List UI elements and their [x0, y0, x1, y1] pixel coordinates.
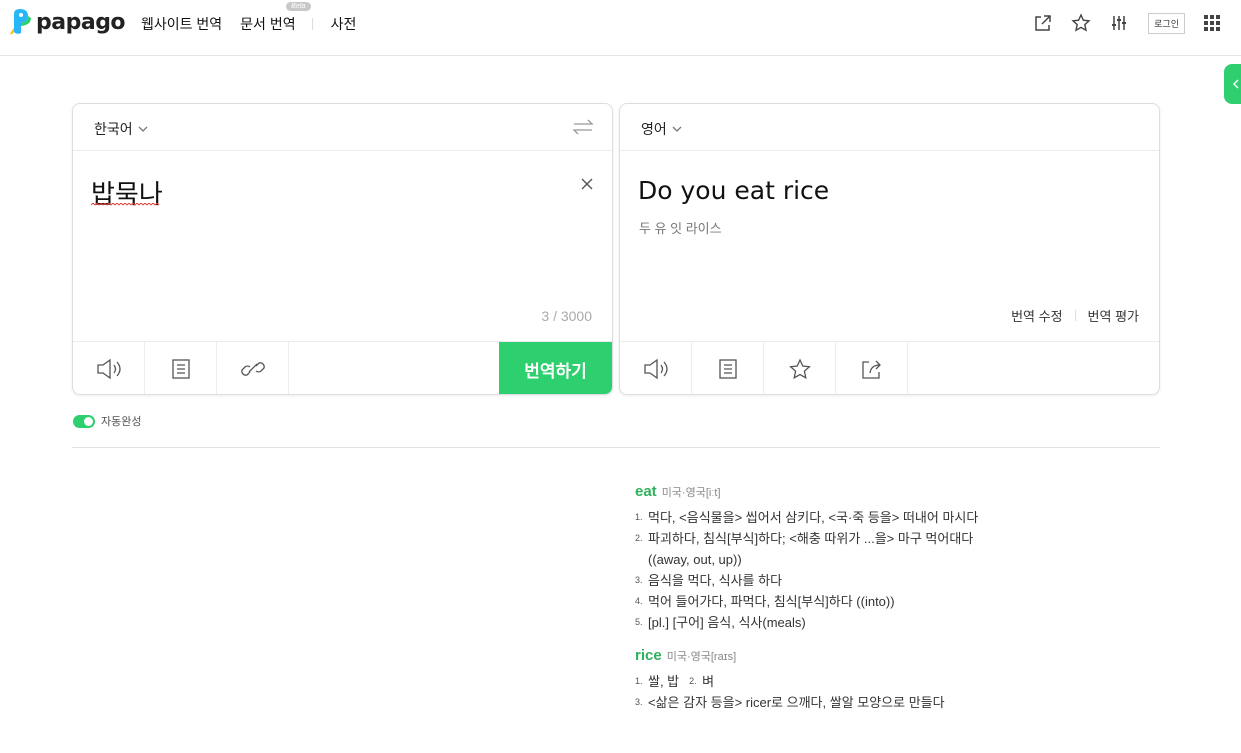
dict-definition: 1. 먹다, <음식물을> 씹어서 삼키다, <국·죽 등을> 떠내어 마시다	[635, 507, 1155, 528]
nav-document-translate[interactable]: 문서 번역 Beta	[240, 2, 311, 34]
dict-phonetic: 미국·영국[iːt]	[661, 487, 721, 499]
dict-word[interactable]: rice	[635, 647, 662, 664]
toggle-switch[interactable]	[73, 414, 95, 428]
notepad-icon	[171, 359, 190, 379]
pronunciation-text: 두 유 잇 라이스	[639, 221, 722, 236]
translate-button[interactable]: 번역하기	[499, 342, 612, 394]
translation-feedback: 번역 수정 번역 평가	[1011, 306, 1139, 325]
nav-website-translate[interactable]: 웹사이트 번역	[141, 14, 222, 34]
settings-sliders-icon[interactable]	[1108, 12, 1130, 34]
star-icon[interactable]	[1070, 12, 1092, 34]
def-text: [pl.] [구어] 음식, 식사(meals)	[648, 615, 806, 630]
dict-entry-rice: rice 미국·영국[raɪs] 1. 쌀, 밥 2. 벼 3. <삶은 감자 등을>…	[635, 647, 1155, 713]
source-handwriting-button[interactable]	[145, 342, 217, 394]
def-number: 3.	[635, 575, 643, 585]
def-number: 3.	[635, 697, 643, 707]
def-number: 2.	[635, 533, 643, 543]
def-number: 4.	[635, 596, 643, 606]
target-share-button[interactable]	[836, 342, 908, 394]
side-panel-tab[interactable]	[1224, 64, 1241, 104]
chevron-down-icon	[138, 126, 148, 132]
dict-definition: 1. 쌀, 밥 2. 벼	[635, 671, 1155, 692]
def-text: 먹다, <음식물을> 씹어서 삼키다, <국·죽 등을> 떠내어 마시다	[648, 510, 979, 525]
inline-definition: 1. 쌀, 밥	[635, 671, 679, 692]
star-icon	[788, 358, 811, 380]
character-count: 3 / 3000	[541, 308, 592, 324]
translated-text: Do you eat rice	[638, 176, 830, 205]
dict-definition: 4. 먹어 들어가다, 파먹다, 침식[부식]하다 ((into))	[635, 591, 1155, 612]
target-language-label: 영어	[641, 121, 667, 137]
dict-definition: 3. <삶은 감자 등을> ricer로 으깨다, 쌀알 모양으로 만들다	[635, 692, 1155, 713]
spellcheck-underline	[91, 203, 160, 206]
share-icon	[861, 360, 881, 379]
dict-phonetic: 미국·영국[raɪs]	[666, 651, 737, 663]
target-favorite-button[interactable]	[764, 342, 836, 394]
def-text: 쌀, 밥	[648, 674, 680, 689]
feedback-divider	[1074, 310, 1076, 321]
nav-divider	[311, 18, 313, 30]
def-number: 1.	[635, 676, 643, 686]
def-text: 먹어 들어가다, 파먹다, 침식[부식]하다 ((into))	[648, 594, 895, 609]
source-speaker-button[interactable]	[73, 342, 145, 394]
parrot-logo-icon	[10, 9, 31, 35]
edit-translation-link[interactable]: 번역 수정	[1011, 306, 1062, 325]
dict-word-line: eat 미국·영국[iːt]	[635, 483, 1155, 500]
main-nav: 웹사이트 번역 문서 번역 Beta 사전	[141, 2, 374, 34]
logo-text: papago	[36, 9, 126, 35]
def-text: 파괴하다, 침식[부식]하다; <해충 따위가 ...을> 마구 먹어대다 ((…	[648, 531, 974, 567]
source-panel: 한국어 밥묵나 3 / 3000 번역하기	[72, 103, 613, 395]
dict-word[interactable]: eat	[635, 483, 657, 500]
def-text: <삶은 감자 등을> ricer로 으깨다, 쌀알 모양으로 만들다	[648, 695, 945, 710]
dict-definition: 5. [pl.] [구어] 음식, 식사(meals)	[635, 612, 1155, 633]
beta-badge: Beta	[286, 2, 311, 11]
target-speaker-button[interactable]	[620, 342, 692, 394]
clear-text-icon[interactable]	[580, 177, 594, 196]
login-button[interactable]: 로그인	[1148, 12, 1185, 34]
nav-document-label: 문서 번역	[240, 16, 296, 32]
target-copy-button[interactable]	[692, 342, 764, 394]
target-toolbar	[620, 341, 1159, 394]
external-link-icon[interactable]	[1032, 12, 1054, 34]
apps-grid-icon[interactable]	[1201, 12, 1223, 34]
link-icon	[240, 362, 265, 376]
section-divider	[72, 447, 1160, 448]
target-panel-header: 영어	[620, 104, 1159, 151]
target-language-select[interactable]: 영어	[641, 119, 682, 139]
source-language-select[interactable]: 한국어	[94, 119, 148, 139]
source-link-button[interactable]	[217, 342, 289, 394]
source-panel-header: 한국어	[73, 104, 612, 151]
dictionary-results: eat 미국·영국[iːt] 1. 먹다, <음식물을> 씹어서 삼키다, <국·…	[635, 483, 1155, 727]
autocomplete-toggle[interactable]: 자동완성	[73, 413, 141, 429]
autocomplete-label: 자동완성	[101, 416, 142, 428]
nav-dictionary[interactable]: 사전	[331, 14, 357, 34]
papago-logo[interactable]: papago	[10, 8, 126, 36]
speaker-icon	[96, 358, 121, 380]
def-number: 5.	[635, 617, 643, 627]
dict-entry-eat: eat 미국·영국[iːt] 1. 먹다, <음식물을> 씹어서 삼키다, <국·…	[635, 483, 1155, 633]
chevron-down-icon	[672, 126, 682, 132]
swap-languages-icon[interactable]	[572, 117, 594, 142]
def-number: 1.	[635, 512, 643, 522]
dict-word-line: rice 미국·영국[raɪs]	[635, 647, 1155, 664]
target-panel: 영어 Do you eat rice 두 유 잇 라이스 번역 수정 번역 평가	[619, 103, 1160, 395]
def-text: 벼	[702, 674, 715, 689]
top-header: papago 웹사이트 번역 문서 번역 Beta 사전 로그인	[0, 0, 1241, 56]
header-actions: 로그인	[1016, 12, 1223, 34]
dict-definition: 3. 음식을 먹다, 식사를 하다	[635, 570, 1155, 591]
source-toolbar: 번역하기	[73, 341, 612, 394]
speaker-icon	[643, 358, 668, 380]
def-text: 음식을 먹다, 식사를 하다	[648, 573, 783, 588]
inline-definition: 2. 벼	[689, 671, 714, 692]
source-language-label: 한국어	[94, 121, 133, 137]
notepad-icon	[718, 359, 737, 379]
chevron-left-icon	[1232, 79, 1239, 89]
rate-translation-link[interactable]: 번역 평가	[1088, 306, 1139, 325]
dict-definition: 2. 파괴하다, 침식[부식]하다; <해충 따위가 ...을> 마구 먹어대다 …	[635, 528, 1155, 570]
def-number: 2.	[689, 676, 697, 686]
